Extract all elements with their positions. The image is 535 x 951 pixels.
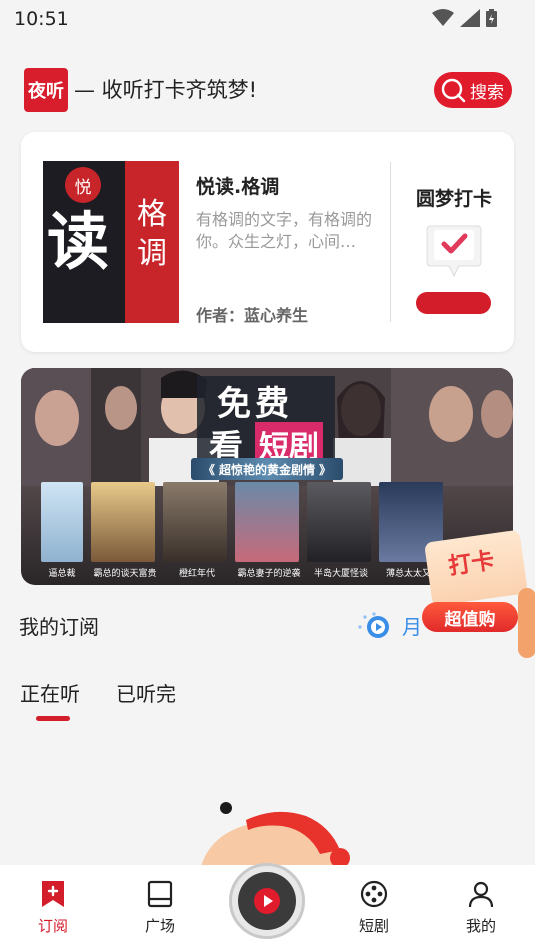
thumb-label-3: 橙红年代	[178, 569, 215, 579]
book-author: 作者：蓝心养生	[196, 306, 309, 325]
cover-big-char: 读	[47, 205, 110, 278]
play-badge-icon	[358, 611, 389, 638]
header-slogan: — 收听打卡齐筑梦!	[74, 78, 258, 102]
book-icon	[147, 880, 173, 908]
status-time: 10:51	[14, 8, 69, 30]
card-divider	[390, 162, 391, 322]
featured-card[interactable]: 悦 读 格调 悦读.格调 有格调的文字，有格调的你。众生之灯，心间… 作者：蓝心…	[21, 132, 514, 352]
mascot-illustration	[200, 802, 350, 870]
bookmark-icon	[42, 881, 64, 907]
cover-side-text: 格调	[137, 197, 167, 271]
status-icons	[432, 9, 497, 27]
checkin-check-icon[interactable]	[425, 222, 483, 280]
tab-finished[interactable]: 已听完	[116, 678, 176, 721]
thumb-3	[163, 482, 227, 562]
signal-icon	[460, 9, 480, 27]
header: 夜听 — 收听打卡齐筑梦! 搜索	[0, 64, 535, 114]
player-disc	[238, 872, 296, 930]
thumb-label-4: 霸总妻子的逆袭	[237, 569, 301, 579]
book-title[interactable]: 悦读.格调	[196, 172, 279, 199]
cover-seal: 悦	[65, 167, 101, 203]
nav-mine-label: 我的	[465, 917, 496, 935]
thumb-label-5: 半岛大厦怪谈	[313, 569, 368, 579]
my-subscription-title: 我的订阅	[19, 615, 99, 639]
thumb-4	[235, 482, 299, 562]
app-screen: 10:51 夜听 — 收听打卡齐筑梦! 搜索 悦 读 格调 悦读.格调 有格调的…	[0, 0, 535, 951]
promo-mascot-arm	[518, 588, 535, 658]
nav-subscribe-label: 订阅	[37, 917, 68, 935]
subscription-more-link[interactable]: 月	[356, 611, 422, 640]
banner-title-line1: 免费	[217, 384, 293, 424]
promo-text-checkin: 打卡	[446, 547, 497, 581]
checkin-promo-widget[interactable]: 打卡 超值购	[418, 528, 535, 658]
battery-icon	[486, 9, 497, 27]
checkin-title: 圆梦打卡	[415, 188, 492, 210]
search-button[interactable]: 搜索	[434, 72, 512, 108]
thumb-5	[307, 482, 371, 562]
book-cover[interactable]: 悦 读 格调	[43, 161, 179, 323]
search-label: 搜索	[470, 82, 504, 103]
book-description: 有格调的文字，有格调的你。众生之灯，心间…	[196, 210, 373, 251]
user-icon	[468, 881, 494, 908]
checkin-button[interactable]	[416, 292, 491, 314]
bottom-navigation: 订阅 广场 短剧 我的	[0, 863, 535, 951]
player-button[interactable]	[229, 863, 305, 939]
thumb-label-2: 霸总的谈天富贵	[93, 569, 157, 579]
listen-tabs: 正在听 已听完	[20, 678, 176, 721]
promo-button[interactable]: 超值购	[422, 602, 518, 632]
nav-mine[interactable]: 我的	[451, 879, 511, 936]
thumb-label-1: 逼总裁	[48, 569, 76, 579]
nav-short-drama[interactable]: 短剧	[344, 879, 404, 936]
tab-listening[interactable]: 正在听	[20, 678, 80, 721]
app-logo: 夜听	[24, 68, 68, 112]
film-reel-icon	[360, 880, 388, 908]
nav-subscribe[interactable]: 订阅	[23, 879, 83, 936]
thumb-1	[41, 482, 83, 562]
status-bar: 10:51	[0, 0, 535, 38]
nav-plaza[interactable]: 广场	[130, 879, 190, 936]
play-icon	[254, 888, 280, 914]
search-icon	[441, 78, 466, 103]
nav-plaza-label: 广场	[144, 917, 175, 935]
thumb-2	[91, 482, 155, 562]
banner-ribbon: 《 超惊艳的黄金剧情 》	[191, 458, 343, 480]
nav-short-drama-label: 短剧	[358, 917, 389, 935]
wifi-icon	[432, 9, 454, 26]
